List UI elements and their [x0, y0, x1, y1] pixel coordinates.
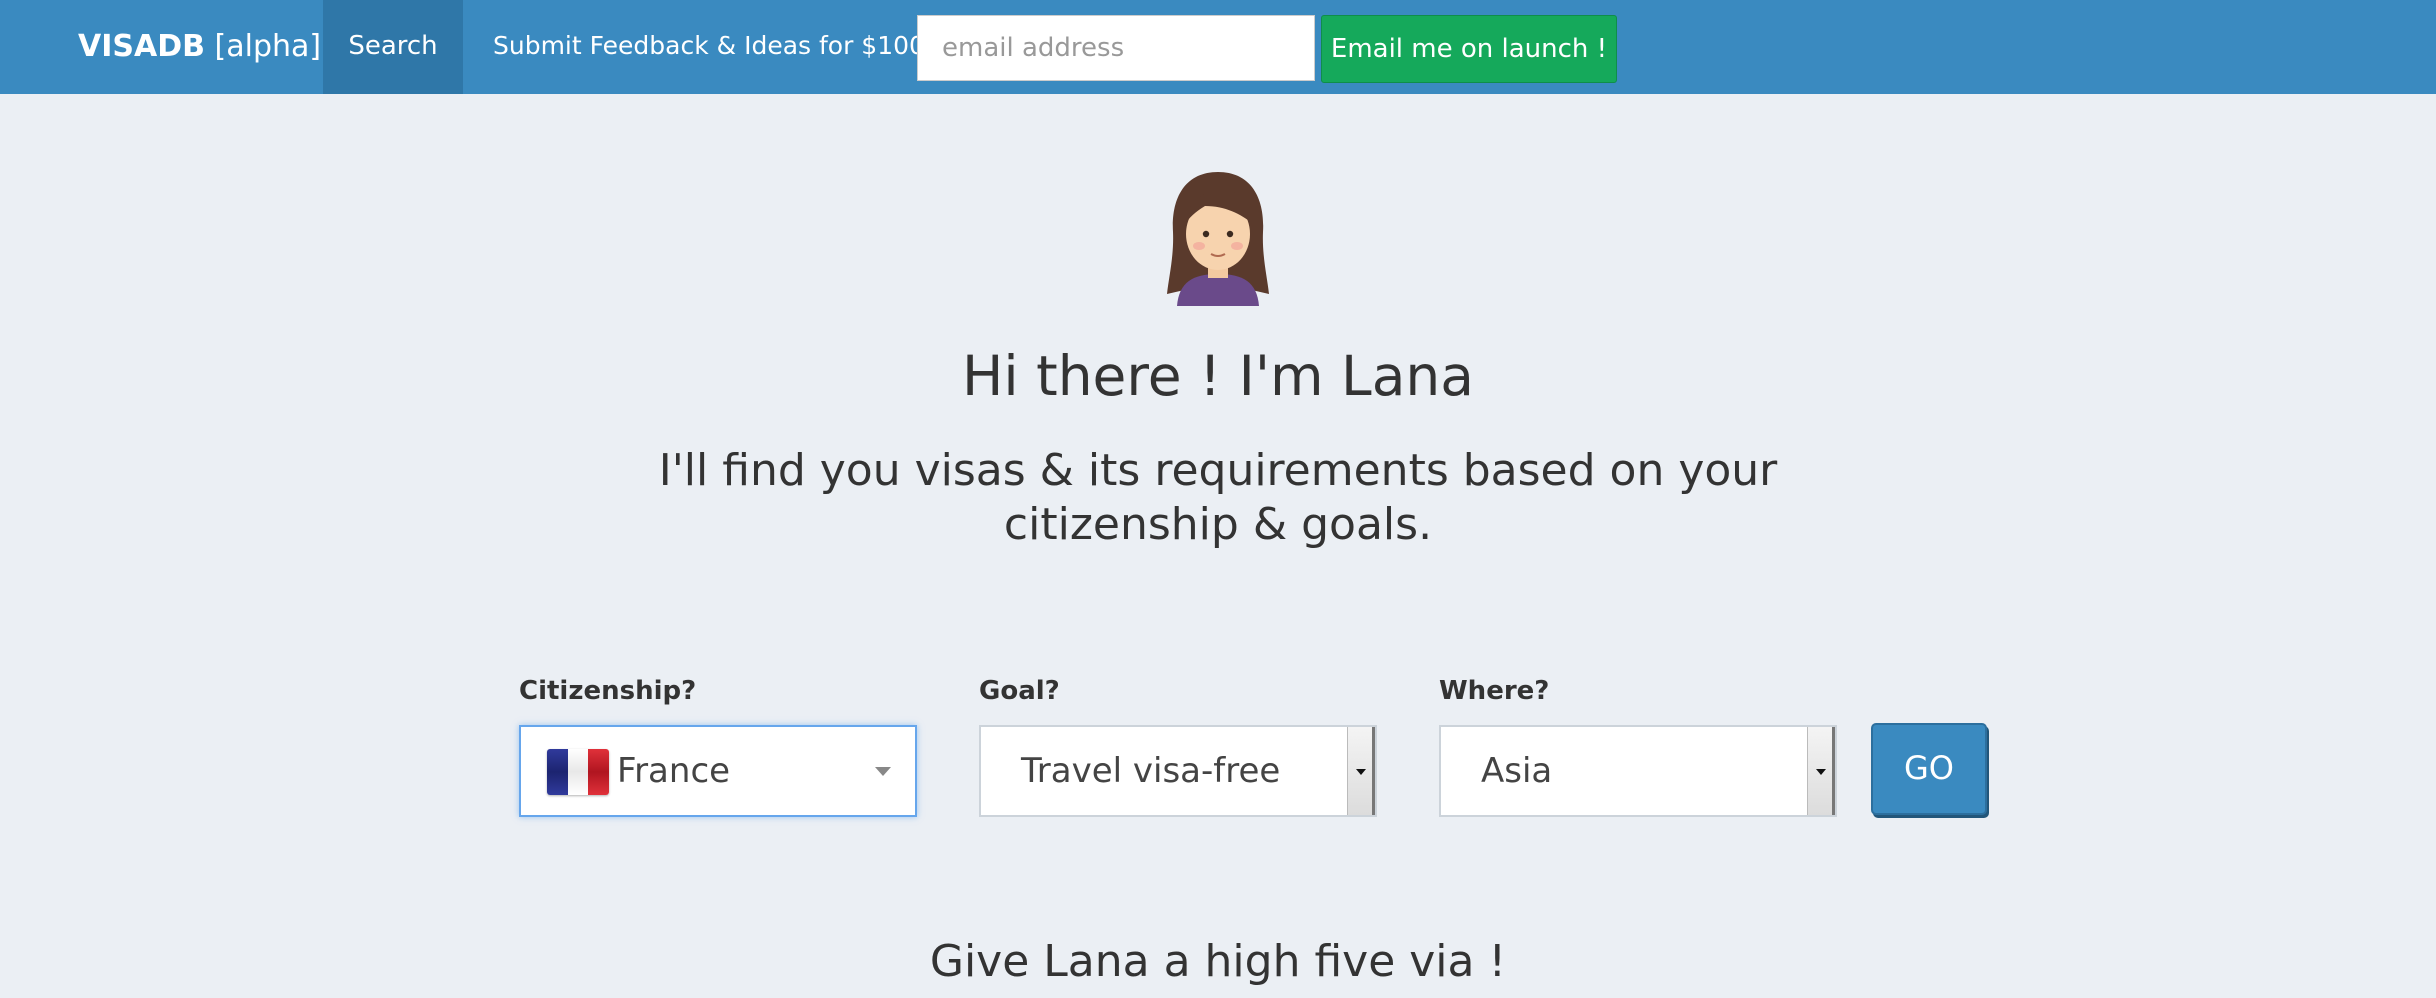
where-label: Where?	[1439, 676, 1550, 706]
where-value: Asia	[1481, 751, 1553, 791]
brand-name: VISADB	[78, 29, 205, 64]
where-select[interactable]: Asia	[1439, 725, 1837, 817]
citizenship-value: France	[617, 751, 731, 791]
hero-subtitle: I'll find you visas & its requirements b…	[658, 445, 1778, 550]
nav-search-link[interactable]: Search	[323, 0, 463, 94]
brand-tag: [alpha]	[214, 29, 322, 64]
goal-dropdown-button[interactable]	[1347, 727, 1375, 815]
citizenship-label: Citizenship?	[519, 676, 697, 706]
goal-label: Goal?	[979, 676, 1060, 706]
where-dropdown-button[interactable]	[1807, 727, 1835, 815]
citizenship-select[interactable]: France	[519, 725, 917, 817]
hero-title: Hi there ! I'm Lana	[962, 344, 1474, 408]
dropdown-arrow-icon	[1816, 769, 1826, 775]
brand-logo[interactable]: VISADB [alpha]	[78, 0, 321, 94]
email-input[interactable]	[917, 15, 1315, 81]
top-navbar: VISADB [alpha] Search Submit Feedback & …	[0, 0, 2436, 94]
go-button[interactable]: GO	[1871, 723, 1987, 815]
nav-feedback-link[interactable]: Submit Feedback & Ideas for $100	[493, 0, 925, 94]
woman-avatar-icon	[1167, 172, 1269, 306]
dropdown-arrow-icon	[1356, 769, 1366, 775]
goal-select[interactable]: Travel visa-free	[979, 725, 1377, 817]
france-flag-icon	[547, 749, 609, 795]
chevron-down-icon	[875, 767, 891, 776]
goal-value: Travel visa-free	[1021, 751, 1281, 791]
high-five-heading: Give Lana a high five via !	[929, 936, 1507, 987]
email-launch-button[interactable]: Email me on launch !	[1321, 15, 1617, 83]
